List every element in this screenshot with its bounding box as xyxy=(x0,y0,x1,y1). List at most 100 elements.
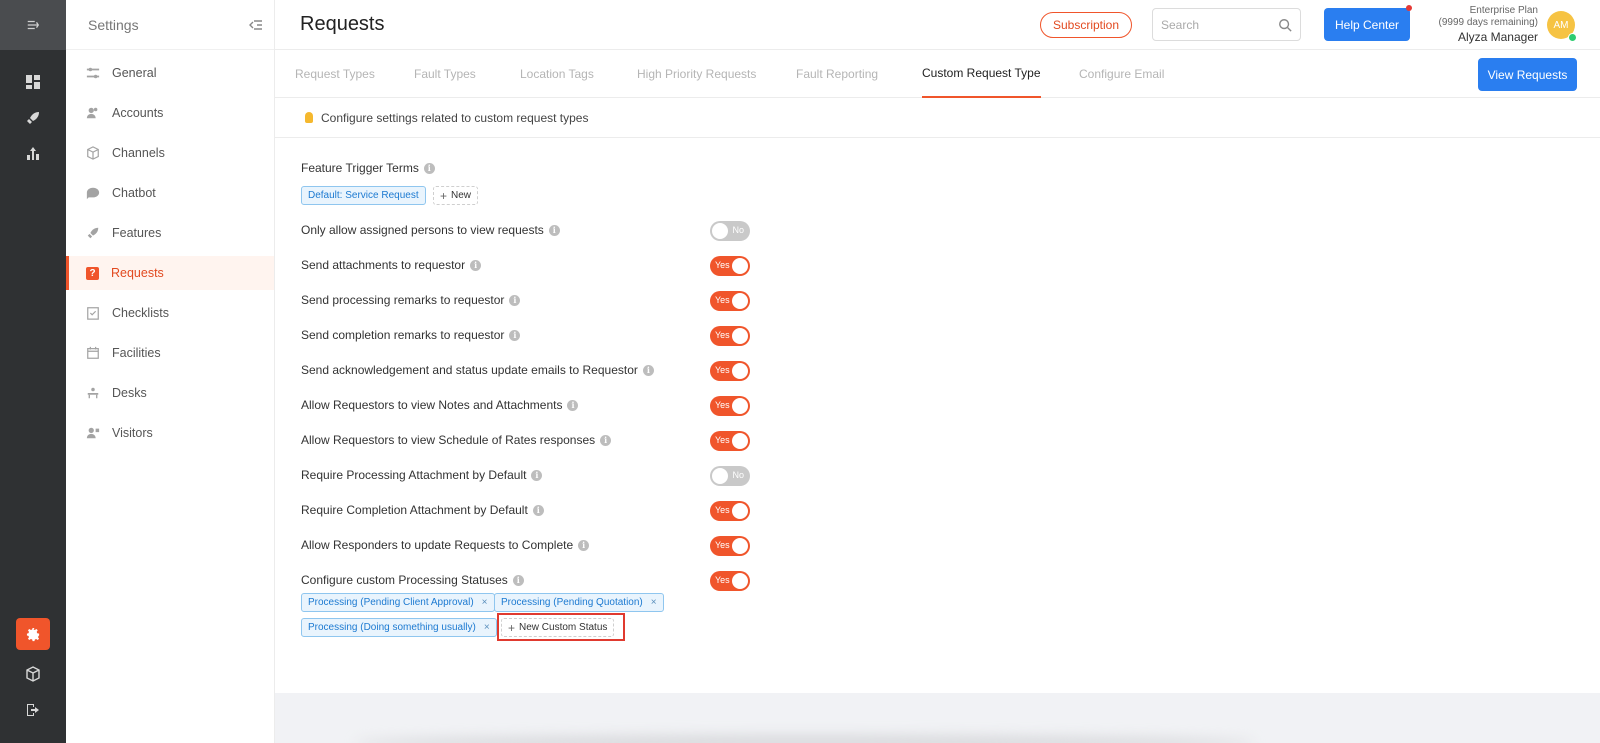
custom-status-tag[interactable]: Processing (Pending Quotation) × xyxy=(494,593,664,612)
toggle-text: Yes xyxy=(715,505,730,515)
setting-text: Send attachments to requestor xyxy=(301,258,466,272)
toggle-send-attachments[interactable]: Yes xyxy=(710,256,750,276)
setting-label-3: Send completion remarks to requestor i xyxy=(301,328,521,342)
info-icon[interactable]: i xyxy=(642,364,654,376)
help-center-button[interactable]: Help Center xyxy=(1324,8,1410,41)
toggle-view-schedule-rates[interactable]: Yes xyxy=(710,431,750,451)
tab-fault-types[interactable]: Fault Types xyxy=(414,50,476,98)
setting-text: Allow Requestors to view Notes and Attac… xyxy=(301,398,563,412)
toggle-send-processing-remarks[interactable]: Yes xyxy=(710,291,750,311)
sidebar-item-accounts[interactable]: Accounts xyxy=(66,96,274,130)
setting-text: Require Processing Attachment by Default xyxy=(301,468,527,482)
sidebar-item-checklists[interactable]: Checklists xyxy=(66,296,274,330)
custom-status-tag[interactable]: Processing (Pending Client Approval) × xyxy=(301,593,495,612)
analytics-icon[interactable] xyxy=(0,136,66,172)
custom-status-tag[interactable]: Processing (Doing something usually) × xyxy=(301,618,497,637)
toggle-text: Yes xyxy=(715,365,730,375)
info-icon[interactable]: i xyxy=(567,399,579,411)
setting-label-9: Allow Responders to update Requests to C… xyxy=(301,538,590,552)
sidebar-item-facilities[interactable]: Facilities xyxy=(66,336,274,370)
add-trigger-term-button[interactable]: + New xyxy=(433,186,479,205)
visitor-icon xyxy=(86,427,100,439)
trigger-term-tag[interactable]: Default: Service Request xyxy=(301,186,426,205)
toggle-text: Yes xyxy=(715,330,730,340)
tab-custom-request-type[interactable]: Custom Request Type xyxy=(922,50,1041,98)
remove-tag-icon[interactable]: × xyxy=(482,597,488,608)
tab-configure-email[interactable]: Configure Email xyxy=(1079,50,1164,98)
page-title: Requests xyxy=(300,13,385,35)
sidebar-item-label: General xyxy=(112,66,157,80)
tab-location-tags[interactable]: Location Tags xyxy=(520,50,594,98)
tab-fault-reporting[interactable]: Fault Reporting xyxy=(796,50,878,98)
tab-high-priority-requests[interactable]: High Priority Requests xyxy=(637,50,756,98)
menu-toggle-button[interactable] xyxy=(0,0,66,50)
toggle-view-notes-attachments[interactable]: Yes xyxy=(710,396,750,416)
remove-tag-icon[interactable]: × xyxy=(484,622,490,633)
sidebar-item-channels[interactable]: Channels xyxy=(66,136,274,170)
new-label: New xyxy=(451,190,472,201)
cube-icon[interactable] xyxy=(0,656,66,692)
setting-text: Require Completion Attachment by Default xyxy=(301,503,528,517)
info-icon[interactable]: i xyxy=(600,434,612,446)
toggle-send-status-emails[interactable]: Yes xyxy=(710,361,750,381)
setting-text: Allow Responders to update Requests to C… xyxy=(301,538,574,552)
collapse-sidebar-icon[interactable] xyxy=(248,17,264,33)
tab-bar: Request Types Fault Types Location Tags … xyxy=(275,50,1600,98)
toggle-responders-complete[interactable]: Yes xyxy=(710,536,750,556)
trigger-term-text: Default: Service Request xyxy=(308,190,419,201)
logout-icon[interactable] xyxy=(0,692,66,728)
toggle-text: Yes xyxy=(715,400,730,410)
setting-label-10: Configure custom Processing Statuses i xyxy=(301,573,524,587)
info-icon[interactable]: i xyxy=(532,504,544,516)
feature-trigger-text: Feature Trigger Terms xyxy=(301,161,419,175)
setting-text: Send acknowledgement and status update e… xyxy=(301,363,638,377)
notification-dot xyxy=(1406,5,1412,11)
cube-icon xyxy=(87,146,99,160)
sidebar-item-label: Accounts xyxy=(112,106,164,120)
toggle-text: No xyxy=(732,470,744,480)
desk-icon xyxy=(87,387,99,399)
toggle-send-completion-remarks[interactable]: Yes xyxy=(710,326,750,346)
info-icon[interactable]: i xyxy=(512,574,524,586)
info-icon[interactable]: i xyxy=(423,162,435,174)
settings-gear-button[interactable] xyxy=(16,618,50,650)
sidebar-item-general[interactable]: General xyxy=(66,56,274,90)
sidebar-item-visitors[interactable]: Visitors xyxy=(66,416,274,450)
rocket-icon xyxy=(87,227,99,239)
info-icon[interactable]: i xyxy=(470,259,482,271)
toggle-text: Yes xyxy=(715,260,730,270)
app-rail xyxy=(0,0,66,743)
search-icon[interactable] xyxy=(1278,18,1292,32)
info-icon[interactable]: i xyxy=(531,469,543,481)
info-icon[interactable]: i xyxy=(509,329,521,341)
user-name[interactable]: Alyza Manager xyxy=(1439,31,1538,43)
sidebar-item-label: Chatbot xyxy=(112,186,156,200)
info-icon[interactable]: i xyxy=(578,539,590,551)
sidebar-item-label: Requests xyxy=(111,266,164,280)
setting-text: Only allow assigned persons to view requ… xyxy=(301,223,544,237)
toggle-custom-processing-statuses[interactable]: Yes xyxy=(710,571,750,591)
sidebar-item-desks[interactable]: Desks xyxy=(66,376,274,410)
subscription-button[interactable]: Subscription xyxy=(1040,12,1132,38)
sidebar-item-label: Features xyxy=(112,226,162,240)
sidebar-item-requests[interactable]: ? Requests xyxy=(66,256,274,290)
sidebar-item-features[interactable]: Features xyxy=(66,216,274,250)
setting-label-6: Allow Requestors to view Schedule of Rat… xyxy=(301,433,612,447)
setting-label-2: Send processing remarks to requestor i xyxy=(301,293,521,307)
view-requests-button[interactable]: View Requests xyxy=(1478,58,1577,91)
rocket-icon[interactable] xyxy=(0,100,66,136)
sidebar-item-chatbot[interactable]: Chatbot xyxy=(66,176,274,210)
tab-request-types[interactable]: Request Types xyxy=(295,50,375,98)
dashboard-icon[interactable] xyxy=(0,64,66,100)
remove-tag-icon[interactable]: × xyxy=(651,597,657,608)
info-icon[interactable]: i xyxy=(509,294,521,306)
toggle-require-processing-attachment[interactable]: No xyxy=(710,466,750,486)
toggle-text: No xyxy=(732,225,744,235)
info-icon[interactable]: i xyxy=(548,224,560,236)
search-input[interactable] xyxy=(1161,17,1278,32)
lightbulb-icon xyxy=(305,112,313,123)
chat-icon xyxy=(86,187,100,200)
toggle-assigned-persons-view[interactable]: No xyxy=(710,221,750,241)
toggle-require-completion-attachment[interactable]: Yes xyxy=(710,501,750,521)
setting-text: Send processing remarks to requestor xyxy=(301,293,505,307)
